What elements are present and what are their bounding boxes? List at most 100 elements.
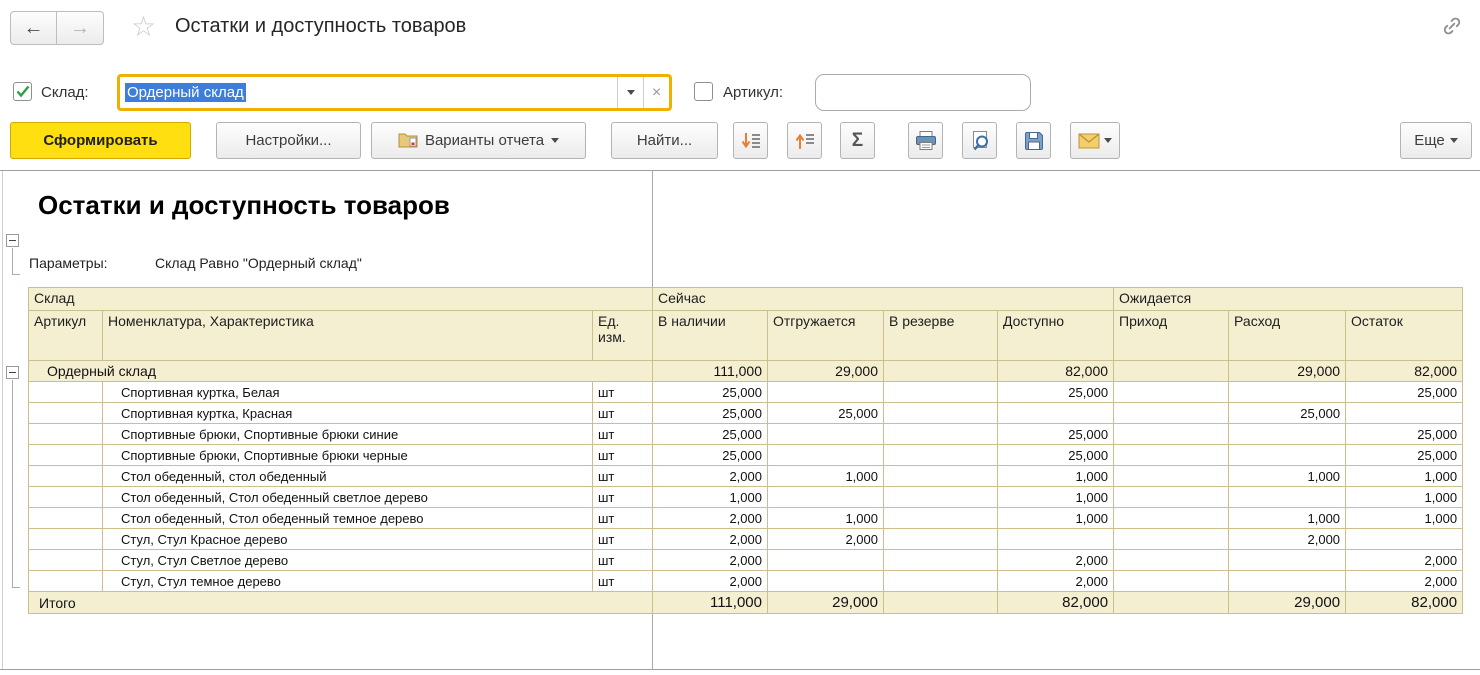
value-cell[interactable]: 2,000	[653, 529, 768, 550]
value-cell[interactable]: 29,000	[1229, 361, 1346, 382]
unit-cell[interactable]: шт	[593, 466, 653, 487]
value-cell[interactable]: 111,000	[653, 361, 768, 382]
back-button[interactable]: ←	[10, 11, 57, 45]
unit-cell[interactable]: шт	[593, 403, 653, 424]
column-header-outgoing[interactable]: Расход	[1229, 311, 1346, 361]
group-label-cell[interactable]: Ордерный склад	[29, 361, 653, 382]
value-cell[interactable]: 25,000	[653, 445, 768, 466]
value-cell[interactable]	[768, 424, 884, 445]
sklad-input[interactable]: Ордерный склад ×	[117, 74, 672, 111]
print-button[interactable]	[908, 122, 943, 159]
value-cell[interactable]	[1114, 550, 1229, 571]
value-cell[interactable]: 25,000	[653, 382, 768, 403]
item-name-cell[interactable]: Стул, Стул Красное дерево	[103, 529, 593, 550]
column-header-available[interactable]: Доступно	[998, 311, 1114, 361]
report-variants-button[interactable]: Варианты отчета	[371, 122, 586, 159]
value-cell[interactable]	[1229, 445, 1346, 466]
value-cell[interactable]: 25,000	[768, 403, 884, 424]
value-cell[interactable]	[1114, 382, 1229, 403]
value-cell[interactable]: 1,000	[768, 466, 884, 487]
sort-descending-button[interactable]	[733, 122, 768, 159]
column-header-shipping[interactable]: Отгружается	[768, 311, 884, 361]
favorite-star-icon[interactable]: ☆	[131, 10, 156, 44]
value-cell[interactable]: 82,000	[1346, 592, 1463, 614]
column-header-in-stock[interactable]: В наличии	[653, 311, 768, 361]
value-cell[interactable]	[1229, 571, 1346, 592]
column-header-artikul[interactable]: Артикул	[29, 311, 103, 361]
artikul-cell[interactable]	[29, 571, 103, 592]
value-cell[interactable]: 25,000	[998, 445, 1114, 466]
sklad-clear-button[interactable]: ×	[643, 77, 669, 108]
artikul-cell[interactable]	[29, 466, 103, 487]
column-header-nomenclature[interactable]: Номенклатура, Характеристика	[103, 311, 593, 361]
value-cell[interactable]	[884, 508, 998, 529]
artikul-cell[interactable]	[29, 424, 103, 445]
value-cell[interactable]	[1229, 487, 1346, 508]
unit-cell[interactable]: шт	[593, 382, 653, 403]
band-header-sklad[interactable]: Склад	[29, 288, 653, 311]
value-cell[interactable]	[1114, 571, 1229, 592]
value-cell[interactable]: 2,000	[1229, 529, 1346, 550]
value-cell[interactable]	[884, 382, 998, 403]
value-cell[interactable]: 82,000	[998, 361, 1114, 382]
value-cell[interactable]: 25,000	[653, 403, 768, 424]
unit-cell[interactable]: шт	[593, 445, 653, 466]
value-cell[interactable]: 29,000	[1229, 592, 1346, 614]
value-cell[interactable]: 1,000	[653, 487, 768, 508]
value-cell[interactable]	[768, 487, 884, 508]
value-cell[interactable]	[768, 550, 884, 571]
value-cell[interactable]	[1229, 550, 1346, 571]
value-cell[interactable]: 1,000	[998, 508, 1114, 529]
value-cell[interactable]: 2,000	[1346, 550, 1463, 571]
value-cell[interactable]	[1114, 529, 1229, 550]
value-cell[interactable]: 2,000	[1346, 571, 1463, 592]
value-cell[interactable]: 1,000	[1346, 508, 1463, 529]
value-cell[interactable]: 1,000	[1229, 508, 1346, 529]
value-cell[interactable]	[1229, 382, 1346, 403]
artikul-cell[interactable]	[29, 403, 103, 424]
column-header-unit[interactable]: Ед. изм.	[593, 311, 653, 361]
artikul-cell[interactable]	[29, 382, 103, 403]
value-cell[interactable]	[1114, 361, 1229, 382]
unit-cell[interactable]: шт	[593, 550, 653, 571]
value-cell[interactable]	[884, 361, 998, 382]
sum-button[interactable]: Σ	[840, 122, 875, 159]
item-name-cell[interactable]: Спортивная куртка, Белая	[103, 382, 593, 403]
value-cell[interactable]: 25,000	[1346, 424, 1463, 445]
value-cell[interactable]: 2,000	[653, 508, 768, 529]
value-cell[interactable]	[1114, 508, 1229, 529]
unit-cell[interactable]: шт	[593, 508, 653, 529]
value-cell[interactable]	[768, 382, 884, 403]
item-name-cell[interactable]: Стол обеденный, Стол обеденный светлое д…	[103, 487, 593, 508]
value-cell[interactable]: 1,000	[1346, 487, 1463, 508]
value-cell[interactable]: 1,000	[998, 466, 1114, 487]
value-cell[interactable]	[884, 487, 998, 508]
value-cell[interactable]	[1346, 529, 1463, 550]
artikul-cell[interactable]	[29, 445, 103, 466]
value-cell[interactable]: 2,000	[998, 571, 1114, 592]
item-name-cell[interactable]: Стол обеденный, стол обеденный	[103, 466, 593, 487]
total-label-cell[interactable]: Итого	[29, 592, 653, 614]
value-cell[interactable]	[884, 403, 998, 424]
value-cell[interactable]: 25,000	[1229, 403, 1346, 424]
value-cell[interactable]	[884, 571, 998, 592]
value-cell[interactable]: 25,000	[998, 382, 1114, 403]
value-cell[interactable]: 1,000	[1346, 466, 1463, 487]
value-cell[interactable]: 25,000	[653, 424, 768, 445]
collapse-group-button[interactable]	[6, 366, 19, 379]
item-name-cell[interactable]: Спортивная куртка, Красная	[103, 403, 593, 424]
column-header-incoming[interactable]: Приход	[1114, 311, 1229, 361]
sklad-dropdown-button[interactable]	[617, 77, 643, 108]
get-link-icon[interactable]	[1441, 15, 1463, 42]
item-name-cell[interactable]: Спортивные брюки, Спортивные брюки синие	[103, 424, 593, 445]
value-cell[interactable]: 25,000	[1346, 382, 1463, 403]
collapse-parameters-button[interactable]	[6, 234, 19, 247]
value-cell[interactable]: 25,000	[998, 424, 1114, 445]
value-cell[interactable]	[998, 529, 1114, 550]
unit-cell[interactable]: шт	[593, 424, 653, 445]
value-cell[interactable]	[884, 529, 998, 550]
value-cell[interactable]: 29,000	[768, 592, 884, 614]
generate-button[interactable]: Сформировать	[10, 122, 191, 159]
artikul-checkbox[interactable]	[694, 82, 713, 101]
value-cell[interactable]: 2,000	[653, 550, 768, 571]
